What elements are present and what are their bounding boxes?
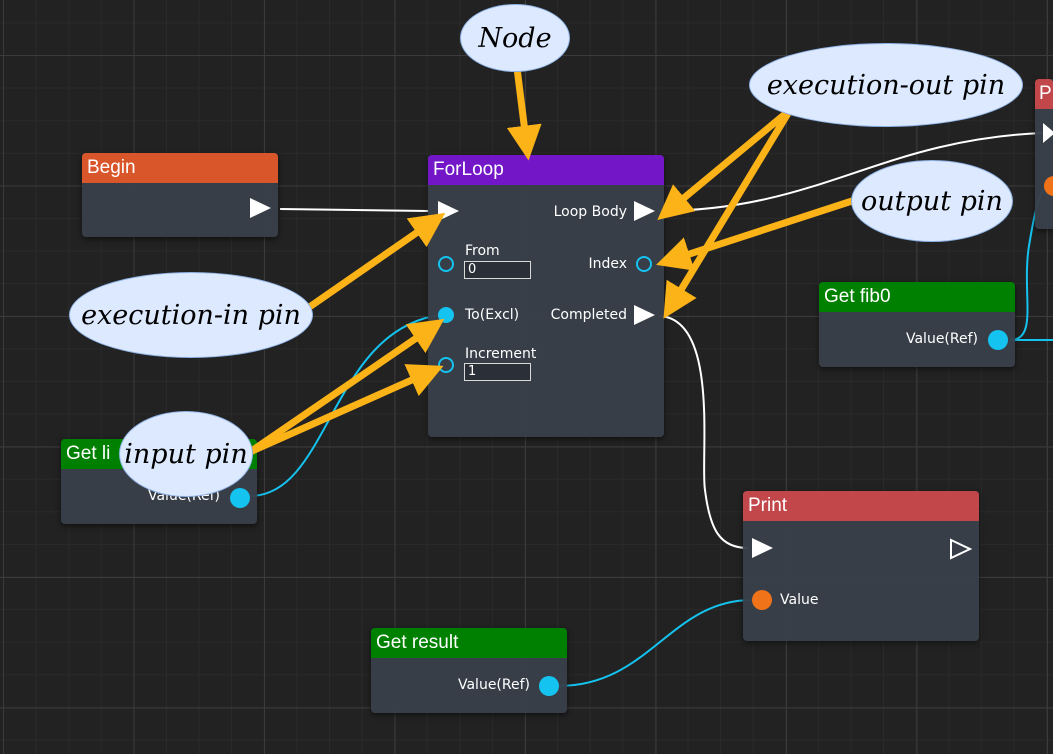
arrow-input-increment [248, 364, 444, 456]
arrow-node [506, 67, 542, 161]
callout-execution-out-pin: execution-out pin [749, 43, 1023, 127]
callout-node: Node [460, 4, 570, 72]
callout-execution-in-pin: execution-in pin [69, 272, 313, 358]
arrow-exec-out-completed [663, 108, 793, 319]
callout-input-pin: input pin [119, 411, 253, 497]
arrow-output [656, 197, 854, 271]
arrow-exec-in [306, 212, 446, 311]
callout-output-pin: output pin [851, 160, 1013, 242]
arrow-exec-out-loop [657, 107, 793, 221]
